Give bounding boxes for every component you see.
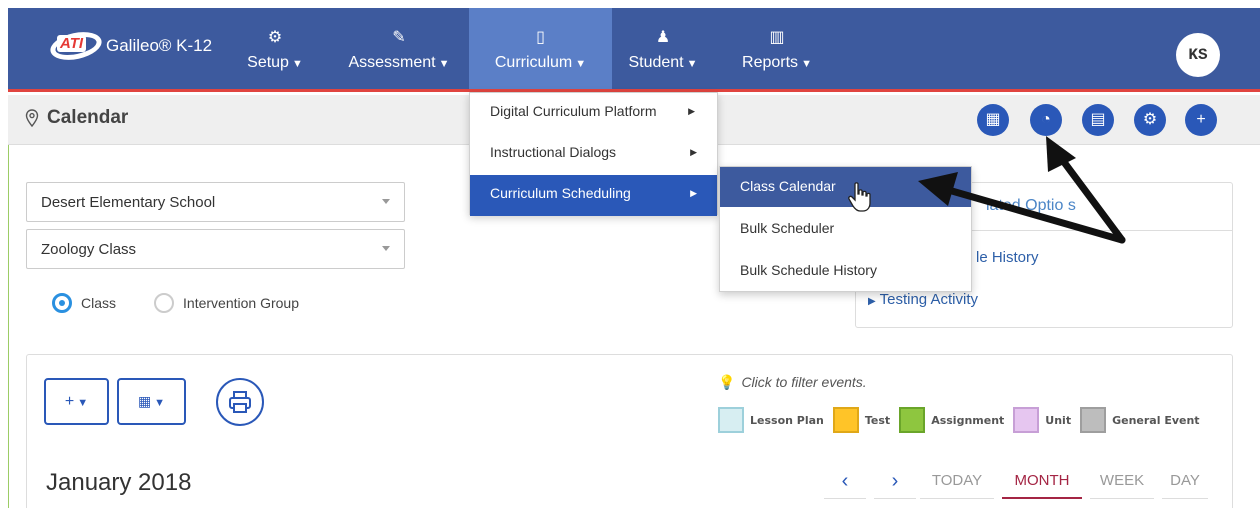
testing-activity-link[interactable]: ▶ Testing Activity bbox=[868, 291, 978, 308]
class-select-value: Zoology Class bbox=[41, 241, 137, 258]
caret-right-icon: ▶ bbox=[688, 106, 695, 116]
nav-student[interactable]: ♟ Student ▼ bbox=[612, 8, 714, 89]
plus-icon: + bbox=[64, 393, 75, 410]
nav-curriculum-label: Curriculum bbox=[494, 54, 573, 71]
chevron-down-icon bbox=[382, 246, 390, 251]
lightbulb-icon: 💡 bbox=[718, 374, 736, 390]
chevron-right-icon: › bbox=[891, 470, 899, 492]
schedule-history-link[interactable]: le History bbox=[976, 249, 1039, 266]
nav-reports-label: Reports bbox=[742, 54, 799, 71]
calendar-add-button[interactable]: ▦ ▼ bbox=[117, 378, 186, 425]
calendar-icon: ▤ bbox=[1090, 111, 1106, 128]
legend-general-event-swatch[interactable] bbox=[1080, 407, 1107, 433]
brand-name: Galileo® K-12 bbox=[106, 36, 213, 55]
nav-student-label: Student bbox=[628, 54, 684, 71]
filter-hint-text: Click to filter events. bbox=[741, 374, 867, 390]
week-view-button[interactable]: WEEK bbox=[1090, 463, 1154, 499]
event-legend: Lesson Plan Test Assignment Unit General… bbox=[718, 407, 1209, 433]
legend-assignment-swatch[interactable] bbox=[899, 407, 926, 433]
class-select[interactable]: Zoology Class bbox=[26, 229, 405, 269]
settings-button[interactable]: ⚙ bbox=[1134, 104, 1166, 136]
ati-logo: ATI bbox=[47, 27, 105, 65]
caret-down-icon: ▼ bbox=[438, 58, 450, 70]
radio-intervention-label: Intervention Group bbox=[183, 295, 299, 311]
caret-down-icon: ▼ bbox=[801, 58, 812, 70]
menu-item-instructional-dialogs[interactable]: Instructional Dialogs ▶ bbox=[470, 134, 717, 175]
chevron-down-icon bbox=[382, 199, 390, 204]
caret-down-icon: ▼ bbox=[686, 58, 698, 70]
print-button[interactable] bbox=[216, 378, 264, 426]
chevron-left-icon: ‹ bbox=[841, 470, 849, 492]
school-select[interactable]: Desert Elementary School bbox=[26, 182, 405, 222]
grid-view-button[interactable]: ▦ bbox=[977, 104, 1009, 136]
gear-icon: ⚙ bbox=[1142, 111, 1158, 128]
legend-unit-label: Unit bbox=[1045, 413, 1072, 427]
add-event-button[interactable]: + ▼ bbox=[44, 378, 109, 425]
dashboard-icon: ◔ bbox=[1041, 111, 1051, 128]
submenu-item-bulk-schedule-history[interactable]: Bulk Schedule History bbox=[720, 251, 971, 291]
legend-lesson-plan-swatch[interactable] bbox=[718, 407, 744, 433]
radio-class[interactable] bbox=[52, 293, 72, 313]
menu-item-label: Instructional Dialogs bbox=[490, 144, 617, 160]
caret-right-icon: ▶ bbox=[868, 296, 876, 307]
student-icon: ♟ bbox=[655, 29, 671, 46]
caret-right-icon: ▶ bbox=[690, 188, 697, 198]
caret-down-icon: ▼ bbox=[575, 58, 587, 70]
add-button[interactable]: + bbox=[1185, 104, 1217, 136]
top-navbar: ATI Galileo® K-12 ⚙ Setup ▼ ✎ Assessment ▼… bbox=[8, 8, 1260, 92]
nav-assessment[interactable]: ✎ Assessment ▼ bbox=[334, 8, 464, 89]
nav-setup[interactable]: ⚙ Setup ▼ bbox=[234, 8, 316, 89]
menu-item-label: Curriculum Scheduling bbox=[490, 185, 631, 201]
submenu-item-bulk-scheduler[interactable]: Bulk Scheduler bbox=[720, 209, 971, 249]
today-button[interactable]: TODAY bbox=[920, 463, 994, 499]
legend-lesson-plan-label: Lesson Plan bbox=[750, 413, 824, 427]
bar-chart-icon: ▥ bbox=[769, 29, 785, 46]
legend-general-event-label: General Event bbox=[1112, 413, 1200, 427]
legend-assignment-label: Assignment bbox=[931, 413, 1005, 427]
radio-intervention-group[interactable] bbox=[154, 293, 175, 313]
curriculum-dropdown-menu: Digital Curriculum Platform ▶ Instruction… bbox=[469, 92, 718, 216]
caret-right-icon: ▶ bbox=[690, 147, 697, 157]
nav-reports[interactable]: ▥ Reports ▼ bbox=[726, 8, 828, 89]
day-view-button[interactable]: DAY bbox=[1162, 463, 1208, 499]
submenu-item-class-calendar[interactable]: Class Calendar bbox=[720, 167, 971, 207]
gear-icon: ⚙ bbox=[267, 29, 283, 46]
radio-class-label: Class bbox=[81, 295, 117, 311]
next-month-button[interactable]: › bbox=[874, 463, 916, 499]
nav-setup-label: Setup bbox=[247, 54, 289, 71]
menu-item-curriculum-scheduling[interactable]: Curriculum Scheduling ▶ bbox=[470, 175, 717, 216]
nav-assessment-label: Assessment bbox=[348, 54, 436, 71]
menu-item-digital-curriculum-platform[interactable]: Digital Curriculum Platform ▶ bbox=[470, 93, 717, 134]
prev-month-button[interactable]: ‹ bbox=[824, 463, 866, 499]
caret-down-icon: ▼ bbox=[291, 58, 303, 70]
brand[interactable]: ATI Galileo® K-12 bbox=[47, 27, 213, 65]
school-select-value: Desert Elementary School bbox=[41, 194, 216, 211]
filter-hint: 💡 Click to filter events. bbox=[718, 374, 867, 391]
location-pin-icon bbox=[25, 109, 39, 127]
nav-curriculum[interactable]: ▯ Curriculum ▼ bbox=[469, 8, 612, 89]
calendar-button[interactable]: ▤ bbox=[1082, 104, 1114, 136]
legend-unit-swatch[interactable] bbox=[1013, 407, 1040, 433]
caret-down-icon: ▼ bbox=[77, 397, 89, 409]
plus-icon: + bbox=[1196, 111, 1206, 128]
dashboard-button[interactable]: ◔ bbox=[1030, 104, 1062, 136]
page-title-text: Calendar bbox=[47, 107, 129, 128]
page-title: Calendar bbox=[25, 107, 128, 129]
month-view-button[interactable]: MONTH bbox=[1002, 463, 1082, 499]
left-accent-border bbox=[8, 145, 9, 508]
group-type-radios: Class Intervention Group bbox=[52, 293, 299, 313]
menu-item-label: Digital Curriculum Platform bbox=[490, 103, 657, 119]
calendar-add-icon: ▦ bbox=[137, 393, 152, 409]
legend-test-swatch[interactable] bbox=[832, 407, 859, 433]
month-title: January 2018 bbox=[46, 469, 192, 496]
curriculum-scheduling-submenu: Class Calendar Bulk Scheduler Bulk Sched… bbox=[719, 166, 972, 292]
caret-down-icon: ▼ bbox=[154, 397, 166, 409]
edit-icon: ✎ bbox=[392, 29, 406, 46]
user-avatar[interactable]: KS bbox=[1176, 33, 1220, 77]
legend-test-label: Test bbox=[864, 413, 891, 427]
book-icon: ▯ bbox=[536, 29, 545, 46]
testing-activity-label: Testing Activity bbox=[879, 291, 978, 308]
grid-icon: ▦ bbox=[985, 111, 1001, 128]
printer-icon bbox=[229, 391, 251, 413]
